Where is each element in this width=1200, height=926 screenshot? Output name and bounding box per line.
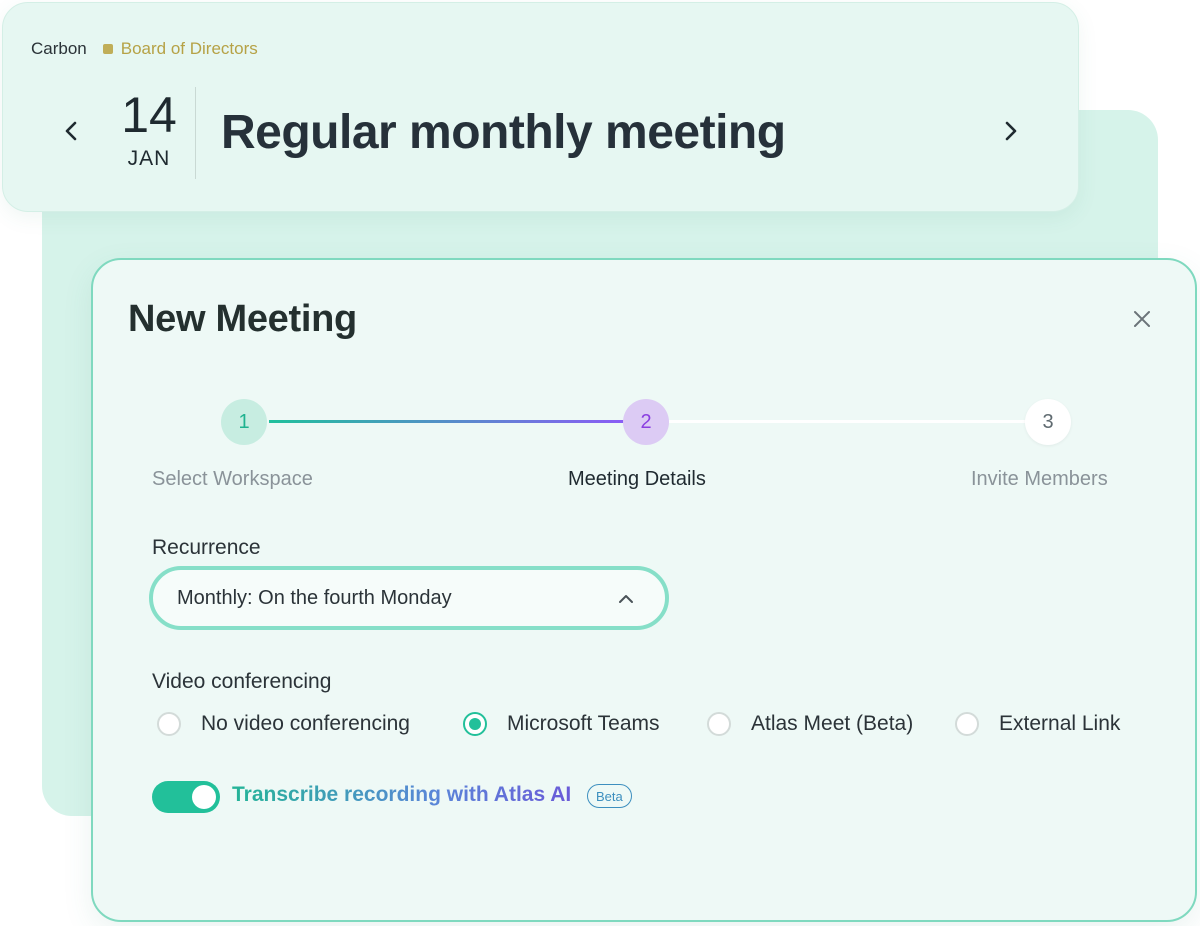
radio-atlas-meet[interactable]: Atlas Meet (Beta) [707,712,913,736]
radio-circle[interactable] [157,712,181,736]
step-2-label: Meeting Details [568,468,706,490]
radio-circle[interactable] [955,712,979,736]
meeting-header-card: Carbon Board of Directors 14 JAN Regular… [2,2,1079,212]
step-1-circle[interactable]: 1 [221,399,267,445]
transcribe-label: Transcribe recording with Atlas AI [232,783,572,806]
meeting-date-day: 14 [121,87,177,143]
transcribe-toggle[interactable] [152,781,220,813]
breadcrumb: Carbon Board of Directors [31,39,258,59]
step-1-label: Select Workspace [152,468,313,490]
close-button[interactable] [1127,304,1157,334]
video-conferencing-label: Video conferencing [152,670,332,693]
radio-circle[interactable] [707,712,731,736]
step-3-circle[interactable]: 3 [1025,399,1071,445]
step-2-circle[interactable]: 2 [623,399,669,445]
meeting-title: Regular monthly meeting [221,106,786,159]
modal-title: New Meeting [128,298,357,340]
new-meeting-modal: New Meeting 1 2 3 Select Workspace Meeti… [91,258,1197,922]
next-meeting-button[interactable] [991,111,1031,151]
radio-label: External Link [999,712,1121,735]
step-3-label: Invite Members [971,468,1108,490]
beta-badge: Beta [587,784,632,808]
stepper-remaining-line [669,420,1027,423]
meeting-date-month: JAN [127,147,171,170]
breadcrumb-workspace[interactable]: Board of Directors [121,39,258,59]
workspace-color-dot [102,44,113,54]
radio-microsoft-teams[interactable]: Microsoft Teams [463,712,660,736]
recurrence-label: Recurrence [152,536,261,559]
radio-label: Microsoft Teams [507,712,660,735]
radio-circle-selected[interactable] [463,712,487,736]
meeting-date: 14 JAN [111,89,187,171]
radio-external-link[interactable]: External Link [955,712,1120,736]
recurrence-select[interactable]: Monthly: On the fourth Monday [149,566,669,630]
radio-label: Atlas Meet (Beta) [751,712,914,735]
chevron-left-icon [65,121,77,141]
previous-meeting-button[interactable] [51,111,91,151]
stepper-progress-line [269,420,627,423]
recurrence-value: Monthly: On the fourth Monday [177,586,452,609]
chevron-up-icon [619,595,633,603]
date-divider [195,87,196,179]
chevron-right-icon [1005,121,1017,141]
toggle-knob [192,785,216,809]
radio-no-video[interactable]: No video conferencing [157,712,410,736]
radio-label: No video conferencing [201,712,410,735]
breadcrumb-organization[interactable]: Carbon [31,39,87,59]
close-icon [1134,311,1150,327]
